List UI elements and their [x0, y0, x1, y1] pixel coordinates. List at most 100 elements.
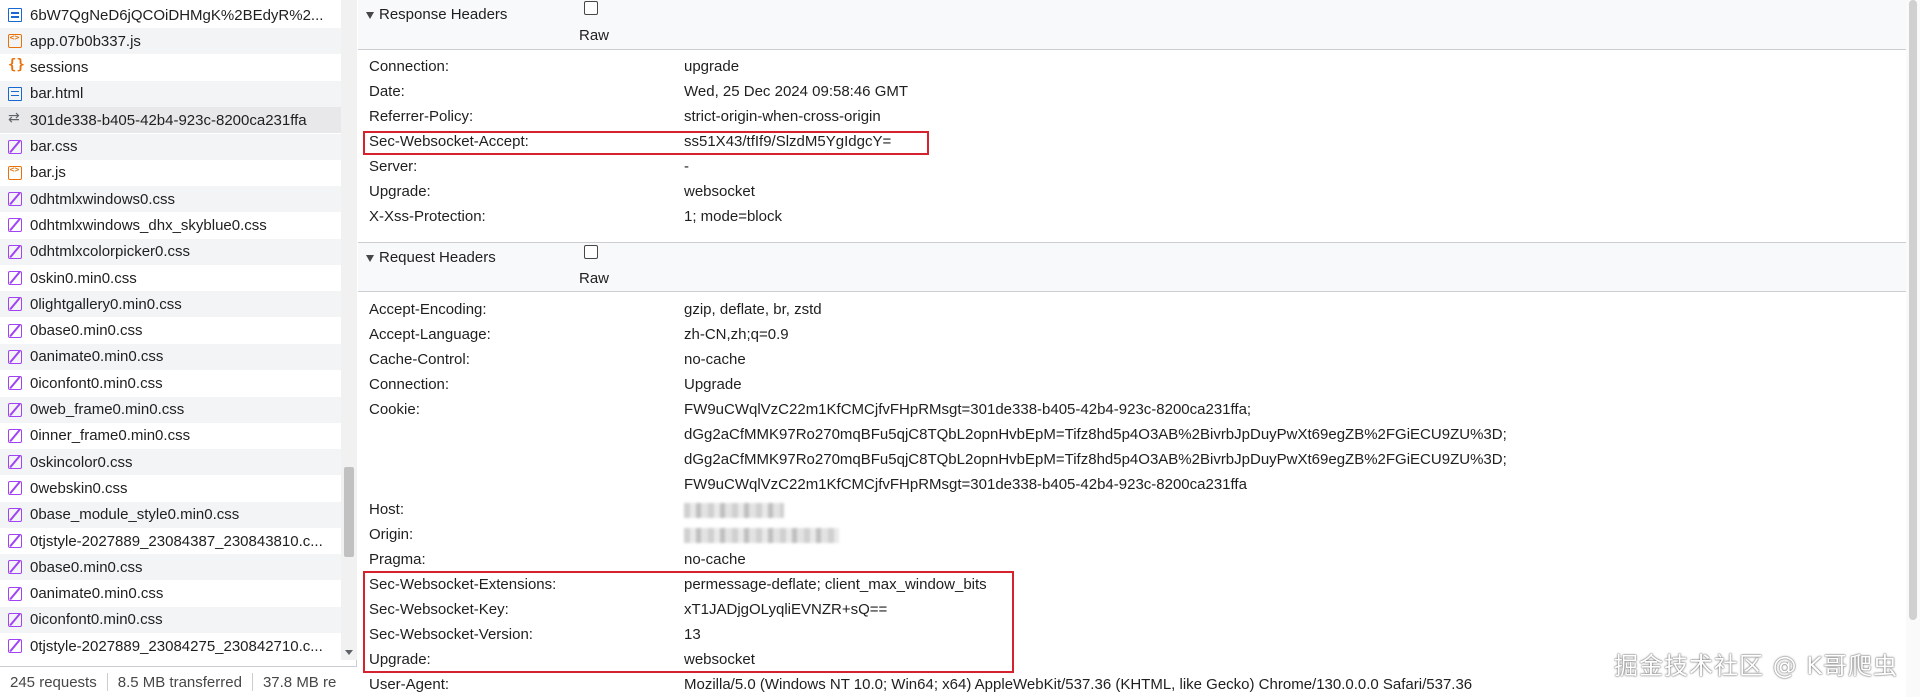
- header-value: upgrade: [684, 58, 740, 75]
- request-list-item[interactable]: sessions: [0, 55, 341, 81]
- script-icon: [8, 33, 22, 49]
- request-list-item[interactable]: 0web_frame0.min0.css: [0, 396, 341, 423]
- request-list-item[interactable]: bar.html: [0, 80, 341, 107]
- header-name: Connection:: [369, 58, 450, 75]
- request-list-item[interactable]: bar.js: [0, 160, 341, 186]
- header-row: Pragma: no-cache: [358, 548, 1906, 573]
- response-headers-section-header[interactable]: Response Headers Raw: [358, 0, 1906, 50]
- headers-scroll-thumb[interactable]: [1909, 0, 1917, 620]
- request-list-item[interactable]: 0base0.min0.css: [0, 318, 341, 344]
- header-name: Date:: [369, 83, 405, 100]
- request-list-item[interactable]: 0tjstyle-2027889_23084275_230842710.c...: [0, 633, 341, 659]
- request-list-item[interactable]: 0tjstyle-2027889_23084387_230843810.c...: [0, 528, 341, 554]
- request-list-item[interactable]: 0webskin0.css: [0, 475, 341, 501]
- script-icon: [8, 165, 22, 180]
- expand-triangle-icon[interactable]: [366, 255, 374, 262]
- response-raw-label[interactable]: Raw: [579, 27, 609, 44]
- request-name: 0base0.min0.css: [30, 558, 143, 576]
- request-name: 6bW7QgNeD6jQCOiDHMgK%2BEdyR%2...: [30, 6, 324, 24]
- request-list: 6bW7QgNeD6jQCOiDHMgK%2BEdyR%2... app.07b0…: [0, 0, 341, 660]
- header-row: X-Xss-Protection: 1; mode=block: [358, 205, 1906, 230]
- request-name: bar.js: [30, 164, 66, 182]
- request-list-item[interactable]: 0skin0.min0.css: [0, 265, 341, 291]
- request-name: 0iconfont0.min0.css: [30, 611, 163, 629]
- request-list-item[interactable]: 0animate0.min0.css: [0, 343, 341, 370]
- header-name: Host:: [369, 501, 405, 518]
- header-row: Cache-Control: no-cache: [358, 348, 1906, 373]
- json-braces-icon: [8, 57, 25, 75]
- response-raw-checkbox[interactable]: [584, 1, 598, 15]
- request-name: 0dhtmlxwindows0.css: [30, 190, 176, 208]
- header-value: zh-CN,zh;q=0.9: [684, 326, 789, 343]
- header-row: Date: Wed, 25 Dec 2024 09:58:46 GMT: [358, 80, 1906, 105]
- request-count: 245 requests: [10, 673, 97, 691]
- header-row: dGg2aCfMMK97Ro270mqBFu5qjC8TQbL2opnHvbEp…: [358, 423, 1906, 448]
- header-row: Accept-Language: zh-CN,zh;q=0.9: [358, 323, 1906, 348]
- request-name: bar.css: [30, 138, 78, 155]
- stylesheet-icon: [8, 323, 22, 338]
- stylesheet-icon: [8, 534, 22, 548]
- header-value: dGg2aCfMMK97Ro270mqBFu5qjC8TQbL2opnHvbEp…: [684, 451, 1507, 468]
- request-name: 0webskin0.css: [30, 479, 128, 497]
- request-name: sessions: [30, 59, 89, 77]
- request-list-item[interactable]: 0base0.min0.css: [0, 554, 341, 581]
- header-value: FW9uCWqlVzC22m1KfCMCjfvFHpRMsgt=301de338…: [684, 401, 1252, 418]
- request-name: 0skin0.min0.css: [30, 269, 137, 287]
- request-list-item[interactable]: 0iconfont0.min0.css: [0, 606, 341, 633]
- stylesheet-icon: [8, 271, 22, 285]
- highlight-box-websocket-request-headers: [363, 571, 1014, 673]
- header-name: Upgrade:: [369, 183, 431, 200]
- request-list-item[interactable]: 0animate0.min0.css: [0, 581, 341, 607]
- header-value: Wed, 25 Dec 2024 09:58:46 GMT: [684, 83, 909, 100]
- response-headers-title[interactable]: Response Headers: [379, 6, 507, 23]
- request-headers-title[interactable]: Request Headers: [379, 249, 496, 266]
- websocket-icon: [8, 110, 22, 127]
- request-name: 0iconfont0.min0.css: [30, 374, 163, 392]
- header-name: Accept-Language:: [369, 326, 491, 343]
- stylesheet-icon: [8, 376, 22, 391]
- request-list-scroll-thumb[interactable]: [344, 467, 354, 557]
- stylesheet-icon: [8, 402, 22, 417]
- expand-triangle-icon[interactable]: [366, 12, 374, 19]
- header-row: FW9uCWqlVzC22m1KfCMCjfvFHpRMsgt=301de338…: [358, 473, 1906, 498]
- header-name: Pragma:: [369, 551, 426, 568]
- request-name: 0dhtmlxwindows_dhx_skyblue0.css: [30, 216, 267, 234]
- header-value: dGg2aCfMMK97Ro270mqBFu5qjC8TQbL2opnHvbEp…: [684, 426, 1507, 443]
- request-list-item[interactable]: 0dhtmlxwindows_dhx_skyblue0.css: [0, 212, 341, 238]
- request-name: 0skincolor0.css: [30, 453, 133, 471]
- header-row: Connection: upgrade: [358, 55, 1906, 80]
- request-list-item[interactable]: 0base_module_style0.min0.css: [0, 501, 341, 528]
- stylesheet-icon: [8, 139, 22, 154]
- headers-scrollbar[interactable]: [1906, 0, 1920, 697]
- stylesheet-icon: [8, 455, 22, 470]
- request-list-item[interactable]: 0skincolor0.css: [0, 449, 341, 476]
- request-list-item[interactable]: 0inner_frame0.min0.css: [0, 423, 341, 449]
- network-status-bar: 245 requests 8.5 MB transferred 37.8 MB …: [0, 666, 357, 697]
- request-list-item[interactable]: 0dhtmlxcolorpicker0.css: [0, 238, 341, 265]
- request-name: 0web_frame0.min0.css: [30, 401, 185, 418]
- request-raw-label[interactable]: Raw: [579, 270, 609, 287]
- request-list-item[interactable]: 0iconfont0.min0.css: [0, 370, 341, 396]
- request-raw-checkbox[interactable]: [584, 245, 598, 259]
- request-name: 0base0.min0.css: [30, 322, 143, 340]
- document-icon: [8, 8, 22, 22]
- request-list-item[interactable]: 0dhtmlxwindows0.css: [0, 186, 341, 213]
- header-name: Referrer-Policy:: [369, 108, 474, 125]
- header-row: Cookie: FW9uCWqlVzC22m1KfCMCjfvFHpRMsgt=3…: [358, 398, 1906, 423]
- request-list-item[interactable]: bar.css: [0, 133, 341, 160]
- request-list-item[interactable]: app.07b0b337.js: [0, 28, 341, 55]
- request-headers-section-header[interactable]: Request Headers Raw: [358, 242, 1906, 292]
- watermark: 掘金技术社区 @ K哥爬虫: [1614, 652, 1898, 680]
- request-list-item[interactable]: 0lightgallery0.min0.css: [0, 291, 341, 318]
- header-name: X-Xss-Protection:: [369, 208, 486, 225]
- request-list-item[interactable]: 6bW7QgNeD6jQCOiDHMgK%2BEdyR%2...: [0, 2, 341, 28]
- stylesheet-icon: [8, 349, 22, 364]
- request-name: 0tjstyle-2027889_23084275_230842710.c...: [30, 637, 323, 655]
- redacted-value: [684, 528, 839, 543]
- scroll-down-arrow-icon[interactable]: [345, 650, 353, 655]
- request-list-scrollbar[interactable]: [341, 0, 357, 660]
- request-name: bar.html: [30, 85, 84, 103]
- headers-pane: Response Headers Raw Connection: upgrade D…: [358, 0, 1906, 697]
- request-list-item[interactable]: 301de338-b405-42b4-923c-8200ca231ffa: [0, 107, 341, 134]
- stylesheet-icon: [8, 612, 22, 627]
